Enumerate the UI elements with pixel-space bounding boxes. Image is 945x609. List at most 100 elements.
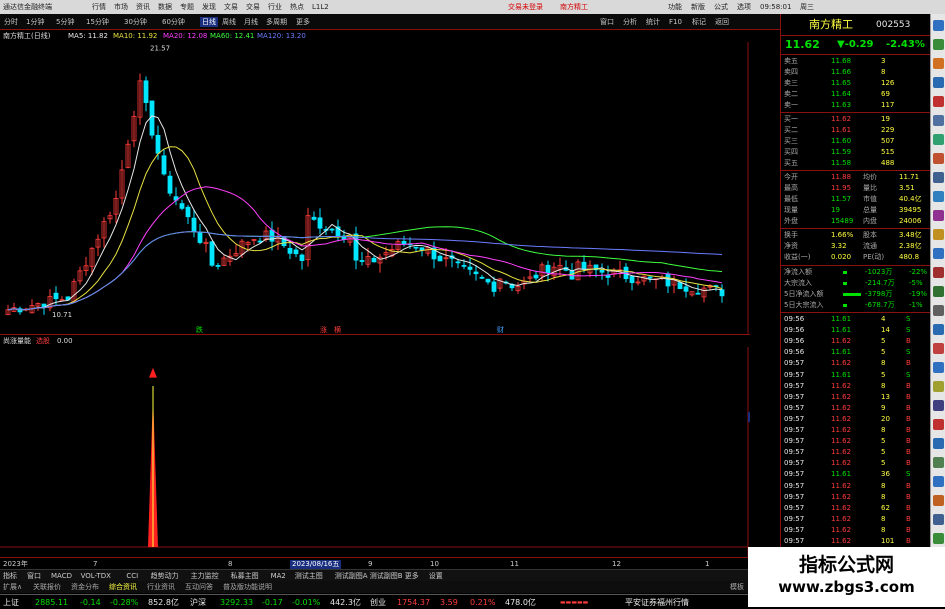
indicator-tab-8[interactable]: MA2 xyxy=(271,572,286,581)
menu-3[interactable]: 数据 xyxy=(158,2,172,12)
toolbar-right-5[interactable]: 返回 xyxy=(715,17,729,27)
toolbar-right-0[interactable]: 窗口 xyxy=(600,17,614,27)
indicator-tab-12[interactable]: 更多 xyxy=(405,572,419,581)
ext-tab-5[interactable]: 互动问答 xyxy=(185,583,213,592)
side-tool-icon[interactable] xyxy=(933,514,944,525)
indicator-tab-1[interactable]: 窗口 xyxy=(27,572,41,581)
ext-tab-6[interactable]: 普及版功能说明 xyxy=(223,583,272,592)
status-item-13: 0.21% xyxy=(470,598,496,607)
side-tool-icon[interactable] xyxy=(933,134,944,145)
side-tool-icon[interactable] xyxy=(933,438,944,449)
indicator-tab-4[interactable]: CCI xyxy=(126,572,138,581)
sub-indicator-name[interactable]: 尚涨量能 xyxy=(3,337,31,346)
status-item-12: 3.59 xyxy=(440,598,458,607)
indicator-tab-7[interactable]: 私募主图 xyxy=(231,572,259,581)
event-marker[interactable]: 跌 xyxy=(196,325,203,334)
side-tool-icon[interactable] xyxy=(933,381,944,392)
side-tool-icon[interactable] xyxy=(933,495,944,506)
menu-7[interactable]: 交易 xyxy=(246,2,260,12)
side-tool-icon[interactable] xyxy=(933,305,944,316)
template-tab[interactable]: 模板 xyxy=(730,583,744,592)
ext-tab-1[interactable]: 关联报价 xyxy=(33,583,61,592)
stat-label2: 市值 xyxy=(863,195,877,203)
toolbar-right-3[interactable]: F10 xyxy=(669,17,682,27)
indicator-tab-5[interactable]: 趋势动力 xyxy=(151,572,179,581)
period-10[interactable]: 更多 xyxy=(296,17,310,27)
sub-indicator-chart[interactable]: 1.201.101.000.900.800.700.600.500.400.30… xyxy=(0,347,750,557)
stock-link[interactable]: 南方精工 xyxy=(560,2,588,12)
side-tool-icon[interactable] xyxy=(933,533,944,544)
side-tool-icon[interactable] xyxy=(933,58,944,69)
kline-chart[interactable]: 20.0019.0018.0017.0016.0015.0014.0013.00… xyxy=(0,42,750,334)
divider xyxy=(781,228,931,229)
ask-label: 卖二 xyxy=(784,90,798,98)
side-tool-icon[interactable] xyxy=(933,172,944,183)
indicator-tab-9[interactable]: 测试主图 xyxy=(295,572,323,581)
side-tool-icon[interactable] xyxy=(933,286,944,297)
menu-right-2[interactable]: 公式 xyxy=(714,2,728,12)
side-tool-icon[interactable] xyxy=(933,96,944,107)
stat-value2: 39495 xyxy=(899,206,922,214)
menu-0[interactable]: 行情 xyxy=(92,2,106,12)
side-tool-icon[interactable] xyxy=(933,115,944,126)
indicator-tab-0[interactable]: 指标 xyxy=(3,572,17,581)
side-tool-icon[interactable] xyxy=(933,457,944,468)
period-0[interactable]: 分时 xyxy=(4,17,18,27)
ext-tab-2[interactable]: 资金分布 xyxy=(71,583,99,592)
menu-right-3[interactable]: 选项 xyxy=(737,2,751,12)
menu-2[interactable]: 资讯 xyxy=(136,2,150,12)
period-3[interactable]: 15分钟 xyxy=(86,17,109,27)
side-tool-icon[interactable] xyxy=(933,210,944,221)
side-tool-icon[interactable] xyxy=(933,191,944,202)
event-marker[interactable]: 财 xyxy=(497,325,504,334)
toolbar-right-4[interactable]: 标记 xyxy=(692,17,706,27)
menu-5[interactable]: 发现 xyxy=(202,2,216,12)
period-7[interactable]: 周线 xyxy=(222,17,236,27)
login-link[interactable]: 交易未登录 xyxy=(508,2,543,12)
status-item-15: 平安证券福州行情 xyxy=(625,598,689,607)
ext-tab-4[interactable]: 行业资讯 xyxy=(147,583,175,592)
menu-6[interactable]: 文易 xyxy=(224,2,238,12)
indicator-tab-3[interactable]: VOL-TDX xyxy=(81,572,111,581)
side-tool-icon[interactable] xyxy=(933,343,944,354)
tick-price: 11.62 xyxy=(831,403,852,412)
menu-1[interactable]: 市场 xyxy=(114,2,128,12)
menu-8[interactable]: 行业 xyxy=(268,2,282,12)
menu-right-1[interactable]: 新版 xyxy=(691,2,705,12)
side-tool-icon[interactable] xyxy=(933,77,944,88)
side-tool-icon[interactable] xyxy=(933,419,944,430)
period-6[interactable]: 日线 xyxy=(200,17,218,27)
side-tool-icon[interactable] xyxy=(933,476,944,487)
side-tool-icon[interactable] xyxy=(933,20,944,31)
period-5[interactable]: 60分钟 xyxy=(162,17,185,27)
side-tool-icon[interactable] xyxy=(933,153,944,164)
menu-4[interactable]: 专题 xyxy=(180,2,194,12)
menu-right-0[interactable]: 功能 xyxy=(668,2,682,12)
side-tool-icon[interactable] xyxy=(933,324,944,335)
period-8[interactable]: 月线 xyxy=(244,17,258,27)
period-2[interactable]: 5分钟 xyxy=(56,17,74,27)
ext-tab-0[interactable]: 扩展∧ xyxy=(3,583,22,592)
side-tool-icon[interactable] xyxy=(933,267,944,278)
menu-10[interactable]: L1L2 xyxy=(312,2,329,12)
side-tool-icon[interactable] xyxy=(933,400,944,411)
ext-tab-3[interactable]: 综合资讯 xyxy=(109,583,137,592)
event-marker[interactable]: 涨 xyxy=(320,325,327,334)
period-1[interactable]: 1分钟 xyxy=(26,17,44,27)
indicator-tab-6[interactable]: 主力监控 xyxy=(191,572,219,581)
toolbar-right-1[interactable]: 分析 xyxy=(623,17,637,27)
indicator-tab-2[interactable]: MACD xyxy=(51,572,72,581)
event-marker[interactable]: 横 xyxy=(334,325,341,334)
indicator-tab-10[interactable]: 测试副图A xyxy=(335,572,368,581)
period-4[interactable]: 30分钟 xyxy=(124,17,147,27)
indicator-tab-13[interactable]: 设置 xyxy=(429,572,443,581)
menu-9[interactable]: 热点 xyxy=(290,2,304,12)
indicator-tab-11[interactable]: 测试副图B xyxy=(370,572,403,581)
side-tool-icon[interactable] xyxy=(933,248,944,259)
period-9[interactable]: 多周期 xyxy=(266,17,287,27)
side-tool-icon[interactable] xyxy=(933,362,944,373)
toolbar-right-2[interactable]: 统计 xyxy=(646,17,660,27)
stat2-value2: 3.48亿 xyxy=(899,231,922,239)
side-tool-icon[interactable] xyxy=(933,229,944,240)
side-tool-icon[interactable] xyxy=(933,39,944,50)
